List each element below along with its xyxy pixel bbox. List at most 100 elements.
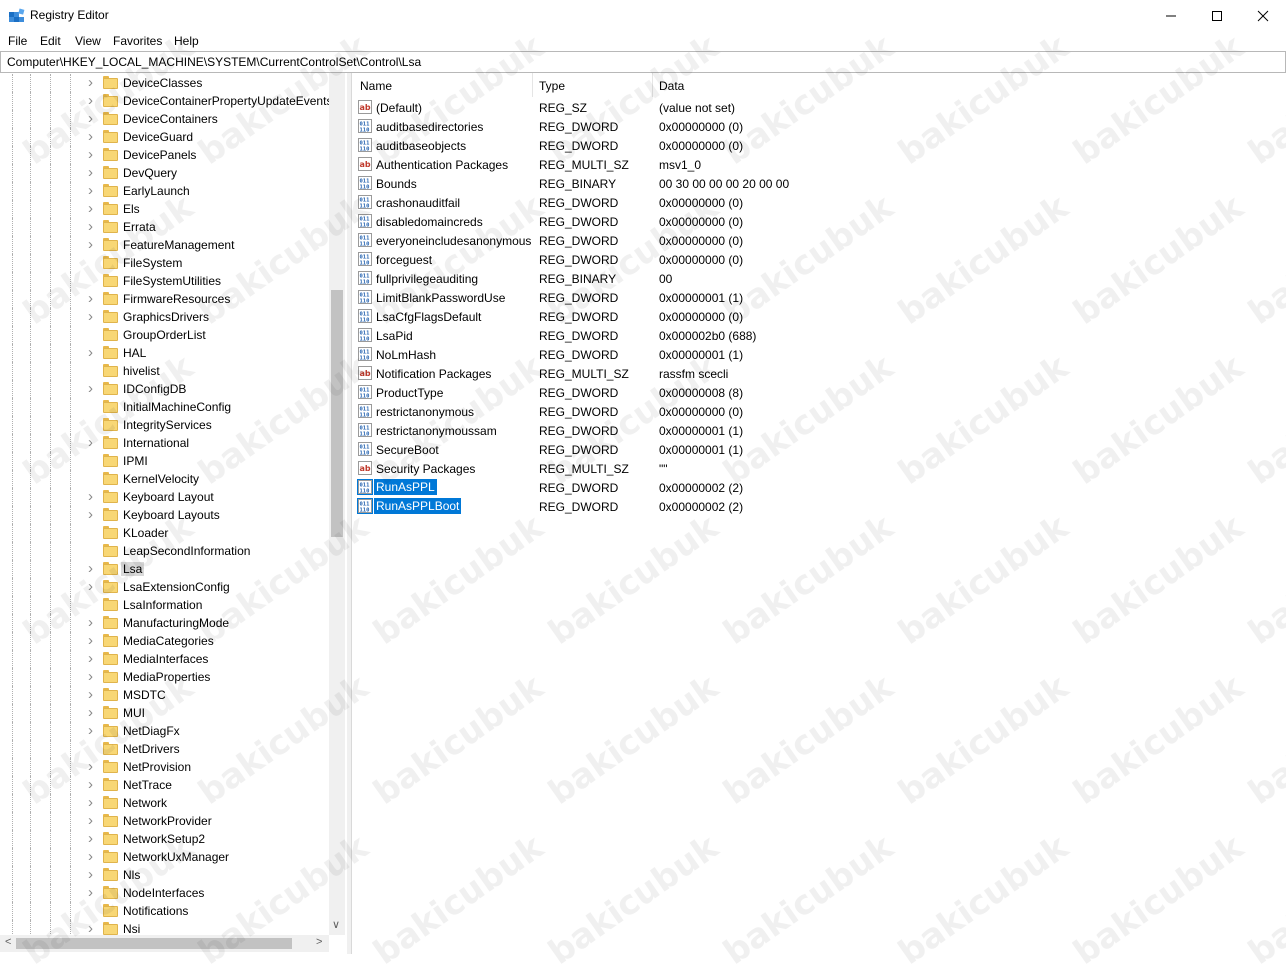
menu-file[interactable]: File	[8, 34, 27, 48]
tree-item-label[interactable]: NetworkSetup2	[123, 832, 205, 846]
tree-item-label[interactable]: DeviceContainerPropertyUpdateEvents	[123, 94, 332, 108]
tree-item[interactable]: › MediaCategories	[0, 632, 330, 650]
tree-item[interactable]: › NetworkProvider	[0, 812, 330, 830]
tree-item[interactable]: › NetTrace	[0, 776, 330, 794]
tree-item-label[interactable]: KernelVelocity	[123, 472, 199, 486]
chevron-right-icon[interactable]: ›	[88, 291, 98, 306]
chevron-right-icon[interactable]: ›	[88, 831, 98, 846]
chevron-right-icon[interactable]: ›	[88, 795, 98, 810]
chevron-right-icon[interactable]: ›	[88, 669, 98, 684]
tree-item-label[interactable]: HAL	[123, 346, 146, 360]
tree-item[interactable]: › MSDTC	[0, 686, 330, 704]
value-row[interactable]: ab Security Packages REG_MULTI_SZ ""	[352, 459, 1286, 478]
tree-item-label[interactable]: MediaCategories	[123, 634, 214, 648]
address-path[interactable]: Computer\HKEY_LOCAL_MACHINE\SYSTEM\Curre…	[7, 55, 421, 69]
value-row[interactable]: 011 110 LimitBlankPasswordUse REG_DWORD 0x00…	[352, 288, 1286, 307]
chevron-right-icon[interactable]: ›	[88, 75, 98, 90]
tree-item[interactable]: › International	[0, 434, 330, 452]
tree-item[interactable]: › MUI	[0, 704, 330, 722]
tree-item[interactable]: › EarlyLaunch	[0, 182, 330, 200]
tree-item[interactable]: › GraphicsDrivers	[0, 308, 330, 326]
tree-item[interactable]: › DeviceContainers	[0, 110, 330, 128]
tree-item[interactable]: › FirmwareResources	[0, 290, 330, 308]
tree-item[interactable]: GroupOrderList	[0, 326, 330, 344]
value-row[interactable]: 011 110 SecureBoot REG_DWORD 0x00000001 (1)	[352, 440, 1286, 459]
chevron-right-icon[interactable]: ›	[88, 381, 98, 396]
minimize-button[interactable]	[1148, 0, 1194, 31]
tree-item[interactable]: › NetProvision	[0, 758, 330, 776]
value-row[interactable]: 011 110 ProductType REG_DWORD 0x00000008 (8)	[352, 383, 1286, 402]
tree-vertical-scroll-thumb[interactable]	[331, 290, 343, 537]
chevron-right-icon[interactable]: ›	[88, 435, 98, 450]
tree-item-label[interactable]: GraphicsDrivers	[123, 310, 209, 324]
tree-item-label[interactable]: Nls	[123, 868, 140, 882]
chevron-right-icon[interactable]: ›	[88, 147, 98, 162]
value-row[interactable]: 011 110 crashonauditfail REG_DWORD 0x0000000…	[352, 193, 1286, 212]
chevron-right-icon[interactable]: ›	[88, 165, 98, 180]
tree-item[interactable]: KernelVelocity	[0, 470, 330, 488]
chevron-right-icon[interactable]: ›	[88, 615, 98, 630]
tree-item-label[interactable]: NetDrivers	[123, 742, 180, 756]
chevron-right-icon[interactable]: ›	[88, 111, 98, 126]
tree-item-label[interactable]: Network	[123, 796, 167, 810]
menu-help[interactable]: Help	[174, 34, 199, 48]
tree-item-label[interactable]: ManufacturingMode	[123, 616, 229, 630]
chevron-right-icon[interactable]: ›	[88, 687, 98, 702]
value-row[interactable]: 011 110 RunAsPPL REG_DWORD 0x00000002 (2)	[352, 478, 1286, 497]
tree-item-label[interactable]: Errata	[123, 220, 156, 234]
value-row[interactable]: 011 110 disabledomaincreds REG_DWORD 0x00000…	[352, 212, 1286, 231]
tree-item-label[interactable]: FirmwareResources	[123, 292, 230, 306]
tree-item[interactable]: › DeviceContainerPropertyUpdateEvents	[0, 92, 332, 110]
column-divider[interactable]	[532, 73, 533, 97]
tree-item[interactable]: › Network	[0, 794, 330, 812]
tree-item-label[interactable]: IDConfigDB	[123, 382, 186, 396]
column-divider[interactable]	[652, 73, 653, 97]
tree-item[interactable]: › Keyboard Layouts	[0, 506, 330, 524]
chevron-right-icon[interactable]: ›	[88, 489, 98, 504]
tree-item-label[interactable]: EarlyLaunch	[123, 184, 190, 198]
tree-item-label[interactable]: NodeInterfaces	[123, 886, 204, 900]
values-list[interactable]: Name Type Data ab (Default) REG_SZ (value n…	[351, 73, 1286, 954]
tree-item-label[interactable]: Keyboard Layout	[123, 490, 214, 504]
maximize-button[interactable]	[1194, 0, 1240, 31]
value-row[interactable]: 011 110 fullprivilegeauditing REG_BINARY 00	[352, 269, 1286, 288]
value-row[interactable]: 011 110 LsaPid REG_DWORD 0x000002b0 (688)	[352, 326, 1286, 345]
tree-item[interactable]: LsaInformation	[0, 596, 330, 614]
tree-item-label[interactable]: International	[123, 436, 189, 450]
tree-item-label[interactable]: DevQuery	[123, 166, 177, 180]
tree-item-label[interactable]: DeviceClasses	[123, 76, 202, 90]
value-row[interactable]: 011 110 everyoneincludesanonymous REG_DWORD…	[352, 231, 1286, 250]
value-row[interactable]: 011 110 LsaCfgFlagsDefault REG_DWORD 0x00000…	[352, 307, 1286, 326]
tree-item[interactable]: › ManufacturingMode	[0, 614, 330, 632]
tree-item[interactable]: › DevQuery	[0, 164, 330, 182]
chevron-right-icon[interactable]: ›	[88, 237, 98, 252]
tree-item[interactable]: › DevicePanels	[0, 146, 330, 164]
tree-horizontal-scroll-thumb[interactable]	[16, 938, 292, 949]
chevron-right-icon[interactable]: ›	[88, 93, 98, 108]
tree-item[interactable]: › Els	[0, 200, 330, 218]
value-row[interactable]: 011 110 restrictanonymous REG_DWORD 0x000000…	[352, 402, 1286, 421]
address-bar[interactable]: Computer\HKEY_LOCAL_MACHINE\SYSTEM\Curre…	[0, 51, 1286, 73]
menu-favorites[interactable]: Favorites	[113, 34, 162, 48]
tree-item[interactable]: › MediaInterfaces	[0, 650, 330, 668]
tree-item-label[interactable]: GroupOrderList	[123, 328, 206, 342]
tree-item[interactable]: › NetworkSetup2	[0, 830, 330, 848]
chevron-right-icon[interactable]: ›	[88, 921, 98, 936]
chevron-right-icon[interactable]: ›	[88, 201, 98, 216]
tree-item[interactable]: KLoader	[0, 524, 330, 542]
tree-item-label[interactable]: MSDTC	[123, 688, 166, 702]
tree-item-label[interactable]: IPMI	[123, 454, 148, 468]
tree-item-label[interactable]: MUI	[123, 706, 145, 720]
tree-item[interactable]: NetDrivers	[0, 740, 330, 758]
tree-item[interactable]: › Errata	[0, 218, 330, 236]
tree-item-label[interactable]: Notifications	[123, 904, 188, 918]
tree-item[interactable]: › DeviceGuard	[0, 128, 330, 146]
tree-item-label[interactable]: LsaExtensionConfig	[123, 580, 230, 594]
value-row[interactable]: ab (Default) REG_SZ (value not set)	[352, 98, 1286, 117]
chevron-right-icon[interactable]: ›	[88, 345, 98, 360]
tree-item[interactable]: › NodeInterfaces	[0, 884, 330, 902]
tree-item-label[interactable]: Keyboard Layouts	[123, 508, 220, 522]
tree-item[interactable]: › NetworkUxManager	[0, 848, 330, 866]
tree-item-label[interactable]: Nsi	[123, 922, 140, 936]
chevron-right-icon[interactable]: ›	[88, 885, 98, 900]
